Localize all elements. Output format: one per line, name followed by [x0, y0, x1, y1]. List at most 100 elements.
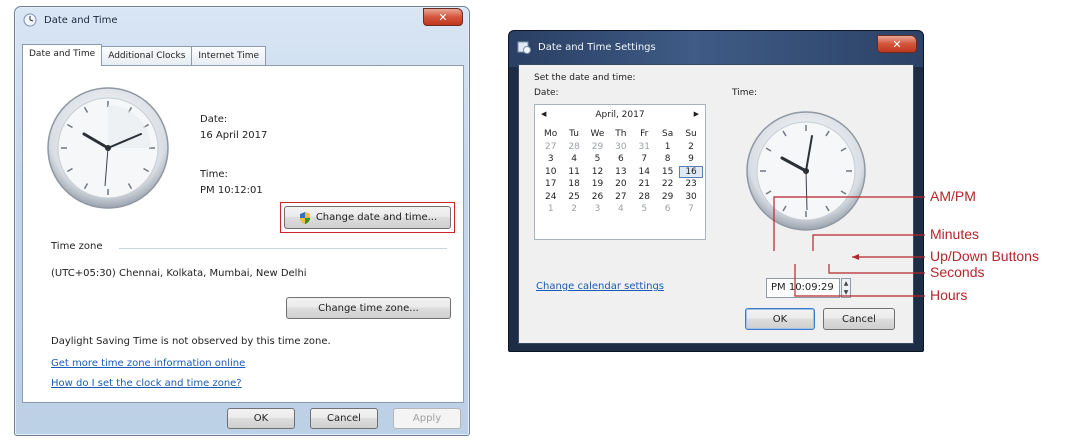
timezone-info-link[interactable]: Get more time zone information online	[51, 358, 245, 369]
tab-date-and-time[interactable]: Date and Time	[22, 44, 103, 66]
calendar-day[interactable]: 5	[586, 153, 609, 166]
calendar-settings-link[interactable]: Change calendar settings	[536, 281, 664, 292]
title-bar[interactable]: Date and Time	[15, 7, 469, 33]
calendar-day[interactable]: 5	[633, 203, 656, 216]
calendar-day[interactable]: 6	[656, 203, 679, 216]
week-row: 17 18 19 20 21 22 23	[539, 178, 703, 191]
calendar-day[interactable]: 13	[609, 166, 632, 179]
week-row: 24 25 26 27 28 29 30	[539, 191, 703, 204]
highlight-box: Change date and time...	[280, 202, 455, 233]
tab-internet-time[interactable]: Internet Time	[191, 46, 267, 66]
calendar-day[interactable]: 18	[562, 178, 585, 191]
calendar-day[interactable]: 3	[539, 153, 562, 166]
calendar-day[interactable]: 6	[609, 153, 632, 166]
timezone-value: (UTC+05:30) Chennai, Kolkata, Mumbai, Ne…	[51, 268, 307, 279]
calendar-day[interactable]: 30	[609, 141, 632, 154]
calendar-day[interactable]: 29	[656, 191, 679, 204]
calendar-day[interactable]: 1	[656, 141, 679, 154]
clock-help-link[interactable]: How do I set the clock and time zone?	[51, 378, 242, 389]
calendar-day[interactable]: 1	[539, 203, 562, 216]
change-timezone-button[interactable]: Change time zone...	[286, 297, 451, 319]
analog-clock	[746, 111, 866, 231]
ok-button[interactable]: OK	[745, 308, 815, 330]
time-input[interactable]: PM 10:09:29	[766, 278, 840, 298]
calendar-day[interactable]: 20	[609, 178, 632, 191]
calendar-day[interactable]: 24	[539, 191, 562, 204]
close-button[interactable]: ✕	[423, 8, 463, 26]
spin-down-icon[interactable]: ▼	[842, 288, 850, 297]
calendar-day[interactable]: 31	[633, 141, 656, 154]
timezone-group-label: Time zone	[51, 241, 103, 252]
weekday-label: Mo	[544, 129, 558, 139]
calendar-day[interactable]: 27	[539, 141, 562, 154]
calendar-day[interactable]: 7	[679, 203, 702, 216]
close-button[interactable]: ✕	[877, 35, 917, 53]
calendar-day[interactable]: 27	[609, 191, 632, 204]
time-label: Time:	[732, 88, 758, 98]
calendar-day[interactable]: 28	[562, 141, 585, 154]
calendar-day[interactable]: 14	[633, 166, 656, 179]
dst-notice: Daylight Saving Time is not observed by …	[51, 336, 331, 347]
calendar-day[interactable]: 25	[562, 191, 585, 204]
callout-minutes: Minutes	[930, 226, 980, 242]
calendar-day[interactable]: 17	[539, 178, 562, 191]
calendar-month[interactable]: April, 2017	[535, 110, 705, 120]
calendar-header: ◀ April, 2017 ▶	[535, 110, 705, 124]
time-spinner[interactable]: ▲ ▼	[841, 278, 851, 298]
weekday-label: We	[590, 129, 605, 139]
calendar-day[interactable]: 26	[586, 191, 609, 204]
ok-button[interactable]: OK	[227, 408, 295, 429]
calendar-clock-icon	[517, 41, 531, 54]
time-label: Time:	[200, 169, 228, 180]
calendar: ◀ April, 2017 ▶ Mo Tu We Th Fr Sa Su 27 …	[534, 104, 706, 240]
tab-additional-clocks[interactable]: Additional Clocks	[101, 46, 193, 66]
calendar-day[interactable]: 29	[586, 141, 609, 154]
calendar-day[interactable]: 22	[656, 178, 679, 191]
callout-up-down-buttons: Up/Down Buttons	[930, 248, 1039, 264]
weekday-label: Tu	[569, 129, 579, 139]
calendar-day[interactable]: 4	[562, 153, 585, 166]
calendar-day[interactable]: 10	[539, 166, 562, 179]
calendar-day-selected[interactable]: 16	[679, 165, 703, 178]
apply-button[interactable]: Apply	[393, 408, 461, 429]
calendar-day[interactable]: 9	[679, 153, 702, 166]
shield-icon	[299, 211, 310, 224]
change-date-time-button[interactable]: Change date and time...	[284, 206, 451, 229]
callout-hours: Hours	[930, 287, 968, 303]
calendar-day[interactable]: 11	[562, 166, 585, 179]
calendar-day[interactable]: 15	[656, 166, 679, 179]
week-row: 1 2 3 4 5 6 7	[539, 203, 703, 216]
tab-panel: Date: 16 April 2017 Time: PM 10:12:01 Ch…	[22, 65, 464, 403]
calendar-day[interactable]: 21	[633, 178, 656, 191]
week-row: 3 4 5 6 7 8 9	[539, 153, 703, 166]
calendar-day[interactable]: 19	[586, 178, 609, 191]
spin-up-icon[interactable]: ▲	[842, 279, 850, 288]
title-bar[interactable]: Date and Time Settings	[509, 31, 923, 63]
calendar-day[interactable]: 2	[562, 203, 585, 216]
calendar-day[interactable]: 23	[679, 178, 702, 191]
calendar-day[interactable]: 8	[656, 153, 679, 166]
weekday-row: Mo Tu We Th Fr Sa Su	[539, 128, 703, 141]
week-row: 10 11 12 13 14 15 16	[539, 165, 703, 179]
calendar-day[interactable]: 7	[633, 153, 656, 166]
next-month-button[interactable]: ▶	[694, 110, 699, 118]
tab-strip: Date and Time Additional Clocks Internet…	[22, 44, 267, 66]
calendar-grid: Mo Tu We Th Fr Sa Su 27 28 29 30 31 1 2	[539, 128, 703, 216]
cancel-button[interactable]: Cancel	[310, 408, 378, 429]
weekday-label: Su	[685, 129, 697, 139]
calendar-day[interactable]: 12	[586, 166, 609, 179]
set-datetime-label: Set the date and time:	[534, 73, 636, 83]
date-time-dialog: Date and Time ✕ Date and Time Additional…	[14, 6, 470, 436]
calendar-day[interactable]: 30	[679, 191, 702, 204]
date-label: Date:	[200, 114, 228, 125]
weekday-label: Sa	[662, 129, 674, 139]
calendar-day[interactable]: 2	[679, 141, 702, 154]
calendar-day[interactable]: 4	[609, 203, 632, 216]
calendar-day[interactable]: 28	[633, 191, 656, 204]
weekday-label: Fr	[640, 129, 649, 139]
cancel-button[interactable]: Cancel	[823, 308, 895, 330]
time-value: PM 10:12:01	[200, 185, 263, 196]
window-title: Date and Time Settings	[538, 41, 656, 53]
clock-icon	[23, 13, 37, 27]
calendar-day[interactable]: 3	[586, 203, 609, 216]
